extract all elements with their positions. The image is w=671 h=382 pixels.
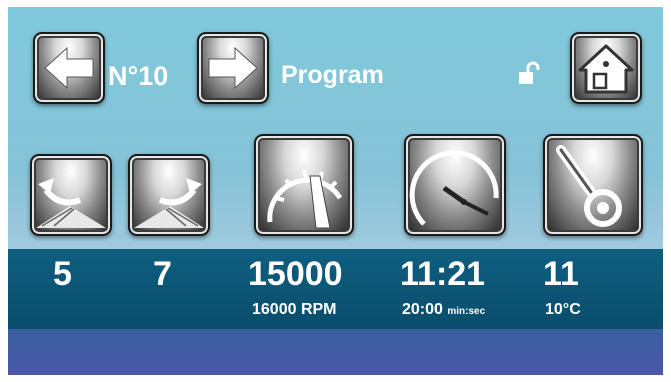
acceleration-value: 5 xyxy=(53,255,72,293)
arrow-right-icon xyxy=(208,46,258,90)
unlocked-padlock-icon[interactable] xyxy=(517,61,541,85)
deceleration-value: 7 xyxy=(153,255,172,293)
time-setpoint-unit: min:sec xyxy=(447,306,486,317)
thermometer-icon xyxy=(556,145,622,227)
program-number: N°10 xyxy=(108,61,169,91)
deceleration-ramp-icon xyxy=(134,178,204,228)
bottom-bar xyxy=(8,329,663,375)
temperature-setpoint: 10°C xyxy=(545,301,581,318)
next-program-button[interactable] xyxy=(197,32,269,104)
clock-icon xyxy=(409,150,499,226)
time-value: 11:21 xyxy=(400,255,486,293)
home-icon xyxy=(578,44,634,94)
program-label: Program xyxy=(281,61,384,89)
temperature-button[interactable] xyxy=(543,134,643,236)
acceleration-ramp-icon xyxy=(36,178,106,228)
temperature-value: 11 xyxy=(543,255,579,293)
speedometer-icon xyxy=(267,169,343,229)
arrow-left-icon xyxy=(44,46,94,90)
time-setpoint: 20:00 min:sec xyxy=(402,301,485,321)
acceleration-button[interactable] xyxy=(30,154,112,236)
home-button[interactable] xyxy=(570,32,642,104)
speed-setpoint: 16000 RPM xyxy=(252,301,337,318)
previous-program-button[interactable] xyxy=(33,32,105,104)
centrifuge-control-panel: N°10 Program 5 7 15000 16000 RPM 11:21 2… xyxy=(8,7,663,375)
deceleration-button[interactable] xyxy=(128,154,210,236)
speed-button[interactable] xyxy=(254,134,354,236)
time-setpoint-value: 20:00 xyxy=(402,301,443,318)
speed-value: 15000 xyxy=(248,255,343,293)
timer-button[interactable] xyxy=(404,134,506,236)
